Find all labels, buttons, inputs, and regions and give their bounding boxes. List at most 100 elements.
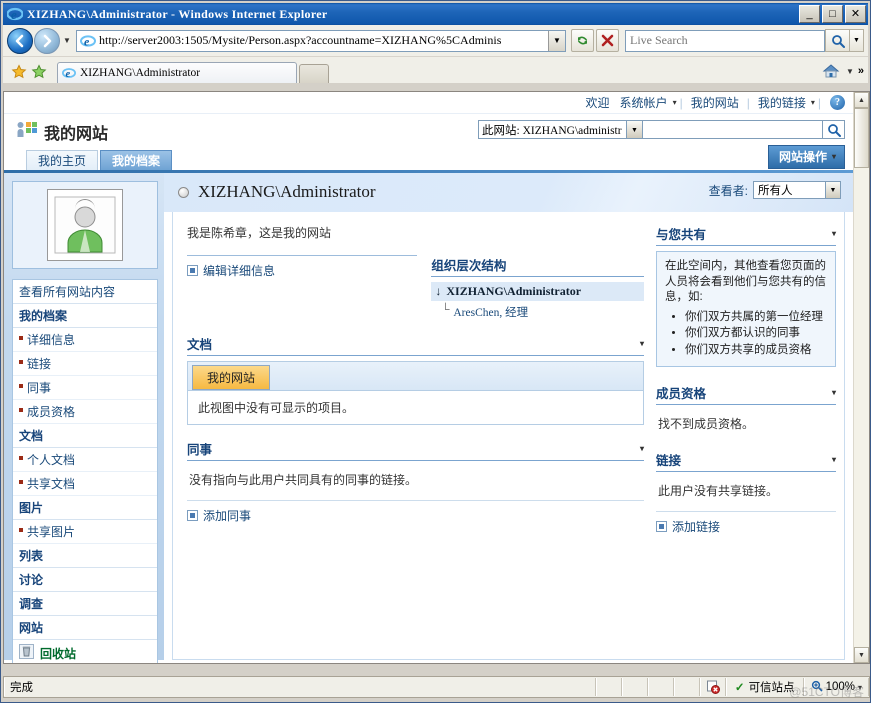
org-root-row[interactable]: ↓ XIZHANG\Administrator [431, 282, 644, 301]
scroll-up-arrow-icon[interactable]: ▲ [854, 92, 869, 108]
org-child-row[interactable]: AresChen, 经理 [431, 304, 644, 320]
memberships-webpart: 成员资格 ▾ 找不到成员资格。 [656, 383, 836, 440]
svg-text:e: e [11, 7, 17, 22]
browser-search-field[interactable] [626, 30, 824, 51]
tab-bar: e XIZHANG\Administrator ▼ » [3, 57, 868, 83]
toolbar-overflow-icon[interactable]: » [858, 65, 864, 77]
home-dropdown-icon[interactable]: ▼ [846, 67, 854, 76]
sidebar-heading-pictures[interactable]: 图片 [13, 496, 157, 520]
links-menu-chevron-down-icon[interactable]: ▾ [832, 455, 836, 464]
page-viewport: 欢迎 系统帐户 ▾ | 我的网站 | 我的链接 ▾ | ? 我的网站 此网站: … [3, 91, 870, 664]
person-header: XIZHANG\Administrator 查看者: 所有人 ▼ [164, 173, 853, 212]
sidebar-item-shared-documents[interactable]: 共享文档 [13, 472, 157, 496]
browser-search-go-button[interactable] [825, 29, 849, 52]
account-chevron-down-icon[interactable]: ▾ [673, 98, 677, 107]
maximize-button[interactable]: □ [822, 5, 843, 23]
sharepoint-search-input[interactable] [643, 120, 823, 139]
scrollbar-thumb[interactable] [854, 108, 869, 168]
viewer-dropdown[interactable]: 所有人 ▼ [753, 181, 841, 199]
browser-search-input[interactable] [625, 29, 825, 52]
security-zone-label: 可信站点 [748, 682, 795, 694]
sidebar-heading-sites[interactable]: 网站 [13, 616, 157, 640]
stop-button[interactable] [596, 29, 619, 52]
popup-blocker-icon[interactable] [699, 678, 726, 696]
add-to-favorites-icon[interactable] [29, 61, 49, 83]
quick-launch-nav: 查看所有网站内容 我的档案 详细信息 链接 同事 成员资格 文档 个人文档 共享… [12, 279, 158, 663]
sharepoint-search-button[interactable] [823, 120, 845, 139]
sharepoint-page: 欢迎 系统帐户 ▾ | 我的网站 | 我的链接 ▾ | ? 我的网站 此网站: … [4, 92, 853, 663]
my-links-chevron-down-icon[interactable]: ▾ [811, 98, 815, 107]
documents-tab-my-site[interactable]: 我的网站 [192, 365, 271, 390]
sidebar-item-details[interactable]: 详细信息 [13, 328, 157, 352]
sidebar-item-shared-pictures[interactable]: 共享图片 [13, 520, 157, 544]
sharepoint-global-bar: 欢迎 系统帐户 ▾ | 我的网站 | 我的链接 ▾ | ? [4, 92, 853, 114]
back-button[interactable] [7, 27, 33, 54]
sidebar: 查看所有网站内容 我的档案 详细信息 链接 同事 成员资格 文档 个人文档 共享… [4, 173, 164, 663]
favorites-star-icon[interactable] [9, 61, 29, 83]
zoom-chevron-down-icon[interactable]: ▾ [858, 683, 862, 692]
vertical-scrollbar[interactable]: ▲ ▼ [853, 92, 869, 663]
address-bar[interactable]: e http://server2003:1505/Mysite/Person.a… [76, 29, 566, 52]
page-body: 查看所有网站内容 我的档案 详细信息 链接 同事 成员资格 文档 个人文档 共享… [4, 173, 853, 663]
page-favicon-icon: e [80, 33, 96, 49]
forward-button[interactable] [34, 27, 60, 54]
view-all-site-content-link[interactable]: 查看所有网站内容 [13, 280, 157, 304]
add-link-label: 添加链接 [672, 520, 721, 535]
tab-favicon-icon: e [62, 66, 76, 80]
colleagues-menu-chevron-down-icon[interactable]: ▾ [640, 444, 644, 453]
viewer-chevron-down-icon[interactable]: ▼ [825, 182, 840, 198]
documents-menu-chevron-down-icon[interactable]: ▾ [640, 339, 644, 348]
sidebar-heading-surveys[interactable]: 调查 [13, 592, 157, 616]
sidebar-heading-my-profile[interactable]: 我的档案 [13, 304, 157, 328]
sidebar-item-recycle-bin[interactable]: 回收站 [13, 640, 157, 663]
sidebar-heading-lists[interactable]: 列表 [13, 544, 157, 568]
documents-webpart: 文档 ▾ 我的网站 此视图中没有可显示的项目。 [187, 334, 644, 425]
add-colleague-label: 添加同事 [203, 509, 252, 523]
refresh-button[interactable] [571, 29, 594, 52]
help-icon[interactable]: ? [830, 95, 845, 110]
add-link-link[interactable]: 添加链接 [656, 518, 836, 535]
site-actions-button[interactable]: 网站操作 ▾ [767, 145, 845, 169]
my-site-link[interactable]: 我的网站 [691, 94, 739, 111]
links-title-text: 链接 [656, 454, 682, 469]
my-links-menu[interactable]: 我的链接 [758, 94, 806, 111]
security-zone[interactable]: ✓ 可信站点 [725, 678, 804, 696]
sidebar-heading-documents[interactable]: 文档 [13, 424, 157, 448]
sharepoint-tab-row: 我的主页 我的档案 网站操作 ▾ [4, 145, 853, 170]
zoom-control[interactable]: 100% ▾ [803, 678, 869, 696]
separator: | [746, 95, 750, 110]
sidebar-heading-discussions[interactable]: 讨论 [13, 568, 157, 592]
browser-tab[interactable]: e XIZHANG\Administrator [57, 62, 297, 83]
org-down-arrow-icon: ↓ [435, 284, 442, 298]
shared-with-you-menu-chevron-down-icon[interactable]: ▾ [832, 229, 836, 238]
tab-my-home[interactable]: 我的主页 [26, 150, 99, 170]
memberships-menu-chevron-down-icon[interactable]: ▾ [832, 388, 836, 397]
scrollbar-track[interactable] [854, 168, 869, 647]
new-tab-button[interactable] [299, 64, 329, 83]
history-chevron-icon[interactable]: ▼ [60, 36, 74, 45]
welcome-text: 欢迎 [585, 96, 610, 110]
window-title: XIZHANG\Administrator - Windows Internet… [27, 6, 328, 21]
home-icon[interactable] [820, 61, 842, 81]
sidebar-item-personal-documents[interactable]: 个人文档 [13, 448, 157, 472]
tab-my-home-label: 我的主页 [38, 154, 87, 168]
browser-search-dropdown-icon[interactable]: ▼ [849, 29, 864, 52]
sidebar-item-links[interactable]: 链接 [13, 352, 157, 376]
close-button[interactable]: ✕ [845, 5, 866, 23]
sidebar-item-memberships[interactable]: 成员资格 [13, 400, 157, 424]
status-cell [621, 678, 648, 696]
account-menu[interactable]: 系统帐户 [620, 94, 668, 111]
add-colleague-link[interactable]: 添加同事 [187, 507, 644, 524]
org-hierarchy-title-text: 组织层次结构 [431, 259, 507, 273]
address-dropdown-icon[interactable]: ▼ [548, 30, 565, 51]
my-site-logo-icon [16, 121, 38, 144]
memberships-empty-message: 找不到成员资格。 [658, 417, 755, 432]
search-scope-dropdown[interactable]: 此网站: XIZHANG\administr ▼ [478, 120, 643, 139]
scroll-down-arrow-icon[interactable]: ▼ [854, 647, 869, 663]
tab-my-profile[interactable]: 我的档案 [100, 150, 173, 170]
sidebar-item-colleagues[interactable]: 同事 [13, 376, 157, 400]
minimize-button[interactable]: _ [799, 5, 820, 23]
edit-details-link[interactable]: 编辑详细信息 [187, 262, 417, 279]
list-item: 你们双方共享的成员资格 [685, 343, 827, 359]
search-scope-chevron-down-icon[interactable]: ▼ [626, 121, 642, 138]
